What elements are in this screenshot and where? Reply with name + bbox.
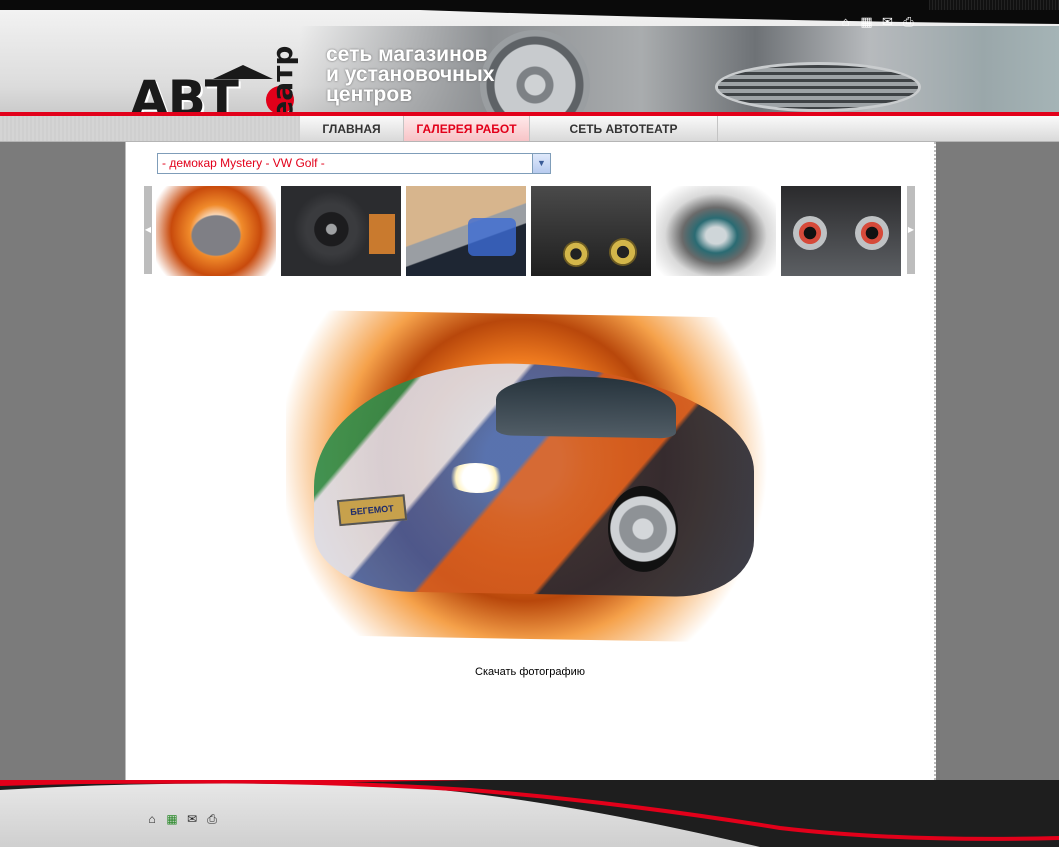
logo-vertical-text: театр xyxy=(266,46,299,118)
nav-item-home[interactable]: ГЛАВНАЯ xyxy=(300,116,404,141)
album-select-value: - демокар Mystery - VW Golf - xyxy=(162,156,325,170)
site-tagline: сеть магазинов и установочных центров xyxy=(326,43,495,106)
sitemap-icon[interactable]: ▦ xyxy=(165,812,179,826)
tagline-line: и установочных xyxy=(326,63,495,86)
gallery-content-panel: - демокар Mystery - VW Golf - ▼ ◀ ▶ БЕГЕ… xyxy=(125,142,936,780)
print-icon[interactable]: ⎙ xyxy=(901,14,916,29)
svg-text:театр: театр xyxy=(266,46,299,118)
mail-icon[interactable]: ✉ xyxy=(185,812,199,826)
chevron-down-icon[interactable]: ▼ xyxy=(532,154,550,173)
car-wheel-image xyxy=(608,485,678,573)
tagline-line: центров xyxy=(326,83,413,106)
footer: ⌂ ▦ ✉ ⎙ xyxy=(0,780,1059,847)
footer-utility-icons: ⌂ ▦ ✉ ⎙ xyxy=(145,812,219,826)
thumbs-scroll-left-button[interactable]: ◀ xyxy=(144,186,152,274)
album-select[interactable]: - демокар Mystery - VW Golf - ▼ xyxy=(157,153,551,174)
thumbnail-strip xyxy=(156,186,901,276)
thumbnail-car-front[interactable] xyxy=(156,186,276,276)
download-photo-link[interactable]: Скачать фотографию xyxy=(126,666,934,678)
nav-item-gallery[interactable]: ГАЛЕРЕЯ РАБОТ xyxy=(404,116,530,141)
home-icon[interactable]: ⌂ xyxy=(145,812,159,826)
thumbnail-trunk-amplifiers[interactable] xyxy=(781,186,901,276)
top-strip xyxy=(0,0,1059,24)
main-gallery-photo: БЕГЕМОТ xyxy=(286,309,780,644)
thumbnail-dashboard-pillar[interactable] xyxy=(406,186,526,276)
site-logo[interactable]: АВТ xyxy=(130,70,239,118)
nav-item-network[interactable]: СЕТЬ АВТОТЕАТР xyxy=(530,116,718,141)
nav-left-pattern xyxy=(0,116,300,141)
sitemap-icon[interactable]: ▦ xyxy=(859,14,874,29)
home-icon[interactable]: ⌂ xyxy=(838,14,853,29)
mail-icon[interactable]: ✉ xyxy=(880,14,895,29)
main-navigation: ГЛАВНАЯ ГАЛЕРЕЯ РАБОТ СЕТЬ АВТОТЕАТР xyxy=(0,116,1059,142)
header-grille-image xyxy=(715,62,921,112)
print-icon[interactable]: ⎙ xyxy=(205,812,219,826)
header-banner: АВТ театр сеть магазинов и установочных … xyxy=(0,10,1059,118)
thumbnail-painted-hood[interactable] xyxy=(656,186,776,276)
thumbnail-door-speakers[interactable] xyxy=(531,186,651,276)
thumbnail-steering-wheel[interactable] xyxy=(281,186,401,276)
header-utility-icons: ⌂ ▦ ✉ ⎙ xyxy=(838,14,916,29)
thumbs-scroll-right-button[interactable]: ▶ xyxy=(907,186,915,274)
nav-items: ГЛАВНАЯ ГАЛЕРЕЯ РАБОТ СЕТЬ АВТОТЕАТР xyxy=(300,116,718,141)
tagline-line: сеть магазинов xyxy=(326,43,488,66)
